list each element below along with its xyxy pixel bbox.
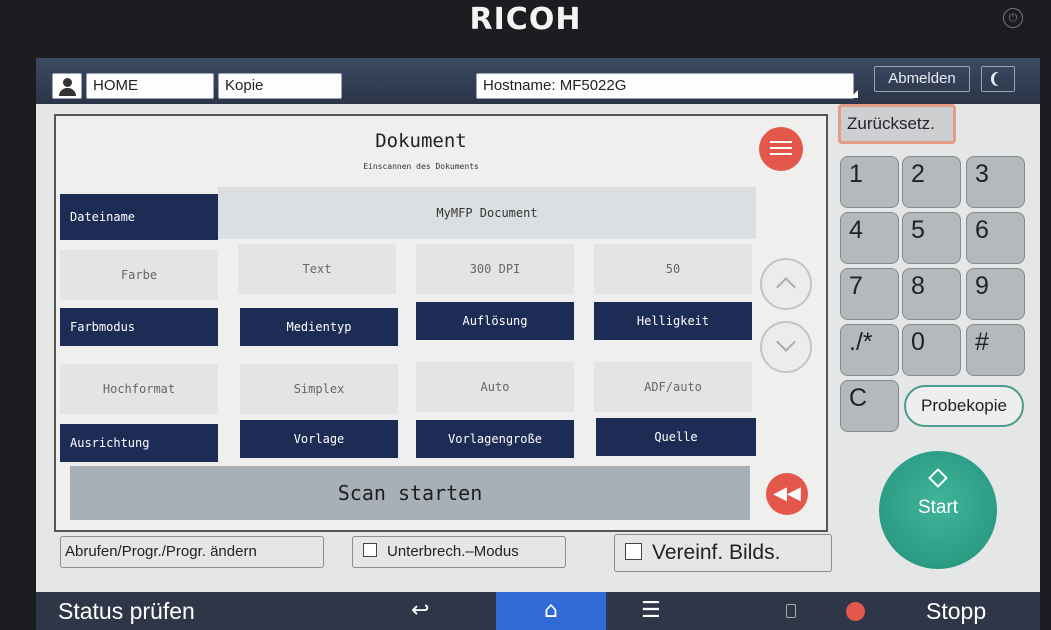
- user-icon[interactable]: [52, 73, 82, 99]
- key-0[interactable]: 0: [902, 324, 961, 376]
- color-mode-label[interactable]: Farbmodus: [60, 308, 218, 346]
- device-icon[interactable]: [786, 604, 796, 618]
- key-clear[interactable]: C: [840, 380, 899, 432]
- expand-icon[interactable]: [850, 90, 858, 98]
- logout-button[interactable]: Abmelden: [874, 66, 970, 92]
- scroll-up-button[interactable]: [760, 258, 812, 310]
- panel-subtitle: Einscannen des Dokuments: [363, 162, 479, 171]
- app-field[interactable]: Kopie: [218, 73, 342, 99]
- start-label: Start: [917, 497, 959, 518]
- key-3[interactable]: 3: [966, 156, 1025, 208]
- check-status-button[interactable]: Status prüfen: [58, 592, 195, 630]
- power-icon[interactable]: ⏻: [1003, 8, 1023, 28]
- energy-saver-button[interactable]: [981, 66, 1015, 92]
- resolution-label[interactable]: Auflösung: [416, 302, 574, 340]
- top-bar: HOME Kopie Hostname: MF5022G Abmelden: [36, 58, 1040, 104]
- stop-button[interactable]: Stopp: [926, 592, 986, 630]
- home-field[interactable]: HOME: [86, 73, 214, 99]
- recall-program-label: Abrufen/Progr./Progr. ändern: [65, 543, 257, 560]
- device-bezel: RICOH ⏻: [0, 0, 1051, 58]
- original-size-value[interactable]: Auto: [416, 362, 574, 412]
- sides-label[interactable]: Vorlage: [240, 420, 398, 458]
- status-bar: Status prüfen ↩ ⌂ ☰ Stopp: [36, 592, 1040, 630]
- orientation-value[interactable]: Hochformat: [60, 364, 218, 414]
- brightness-value[interactable]: 50: [594, 244, 752, 294]
- key-4[interactable]: 4: [840, 212, 899, 264]
- simple-screen-checkbox[interactable]: [625, 542, 642, 560]
- panel-title: Dokument: [375, 130, 467, 152]
- menu-button[interactable]: [759, 127, 803, 171]
- scan-panel: Dokument Einscannen des Dokuments Datein…: [54, 114, 828, 532]
- source-label[interactable]: Quelle: [596, 418, 756, 456]
- color-mode-value[interactable]: Farbe: [60, 250, 218, 300]
- interrupt-checkbox[interactable]: [363, 543, 377, 558]
- key-hash[interactable]: #: [966, 324, 1025, 376]
- stop-icon: [846, 602, 865, 621]
- key-6[interactable]: 6: [966, 212, 1025, 264]
- rewind-icon[interactable]: ◀◀: [766, 473, 808, 515]
- interrupt-mode-button[interactable]: Unterbrech.–Modus: [352, 536, 566, 568]
- key-7[interactable]: 7: [840, 268, 899, 320]
- brand-logo: RICOH: [469, 2, 582, 37]
- key-1[interactable]: 1: [840, 156, 899, 208]
- home-icon[interactable]: ⌂: [496, 592, 606, 630]
- key-5[interactable]: 5: [902, 212, 961, 264]
- touch-screen: HOME Kopie Hostname: MF5022G Abmelden Do…: [36, 58, 1040, 630]
- orientation-label[interactable]: Ausrichtung: [60, 424, 218, 462]
- reset-button[interactable]: Zurücksetz.: [838, 104, 956, 144]
- media-type-label[interactable]: Medientyp: [240, 308, 398, 346]
- brightness-label[interactable]: Helligkeit: [594, 302, 752, 340]
- original-size-label[interactable]: Vorlagengroße: [416, 420, 574, 458]
- sides-value[interactable]: Simplex: [240, 364, 398, 414]
- key-8[interactable]: 8: [902, 268, 961, 320]
- moon-icon: [994, 72, 1006, 86]
- hostname-field: Hostname: MF5022G: [476, 73, 854, 99]
- back-icon[interactable]: ↩: [411, 592, 429, 630]
- scan-start-button[interactable]: Scan starten: [70, 466, 750, 520]
- simple-screen-label: Vereinf. Bilds.: [652, 541, 781, 564]
- chevron-up-icon: [776, 277, 796, 297]
- key-2[interactable]: 2: [902, 156, 961, 208]
- scroll-down-button[interactable]: [760, 321, 812, 373]
- source-value[interactable]: ADF/auto: [594, 362, 752, 412]
- menu-icon[interactable]: ☰: [641, 592, 661, 630]
- trial-copy-button[interactable]: Probekopie: [904, 385, 1024, 427]
- chevron-down-icon: [776, 332, 796, 352]
- media-type-value[interactable]: Text: [238, 244, 396, 294]
- filename-label: Dateiname: [60, 194, 218, 240]
- resolution-value[interactable]: 300 DPI: [416, 244, 574, 294]
- key-star[interactable]: ./*: [840, 324, 899, 376]
- filename-value[interactable]: MyMFP Document: [218, 187, 756, 239]
- key-9[interactable]: 9: [966, 268, 1025, 320]
- simple-screen-button[interactable]: Vereinf. Bilds.: [614, 534, 832, 572]
- interrupt-mode-label: Unterbrech.–Modus: [387, 543, 519, 560]
- start-button[interactable]: Start: [879, 451, 997, 569]
- start-icon: [928, 468, 948, 488]
- recall-program-button[interactable]: Abrufen/Progr./Progr. ändern: [60, 536, 324, 568]
